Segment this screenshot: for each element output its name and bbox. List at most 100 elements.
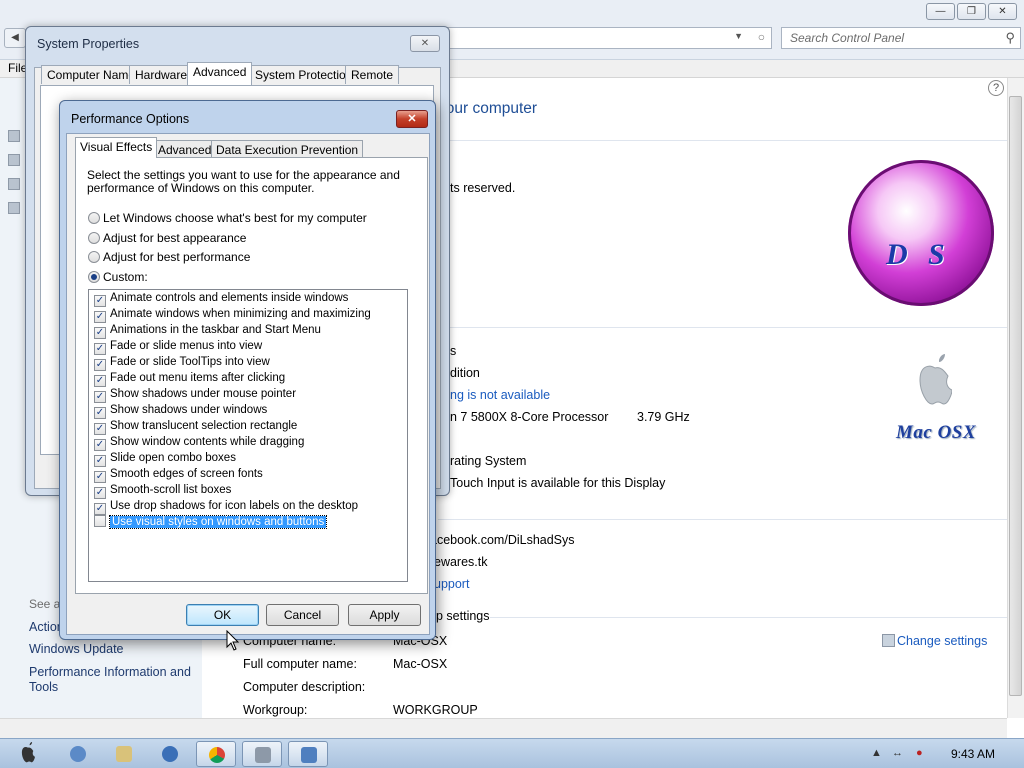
list-item[interactable]: ✓ Animate controls and elements inside wi… <box>94 291 348 307</box>
help-icon[interactable]: ? <box>988 80 1004 96</box>
search-input[interactable]: Search Control Panel ⚲ <box>781 27 1021 49</box>
checkbox[interactable]: ✓ <box>94 311 106 323</box>
apply-button[interactable]: Apply <box>348 604 421 626</box>
processor-text: n 7 5800X 8-Core Processor <box>450 410 609 424</box>
change-settings-link[interactable]: Change settings <box>897 634 987 648</box>
checkbox[interactable]: ✓ <box>94 407 106 419</box>
shield-icon <box>882 634 895 647</box>
processor-speed: 3.79 GHz <box>637 410 690 424</box>
checkbox[interactable]: ✓ <box>94 391 106 403</box>
checkbox[interactable]: ✓ <box>94 375 106 387</box>
checkbox[interactable]: ✓ <box>94 471 106 483</box>
radio-label: Custom: <box>103 270 148 284</box>
checkbox[interactable]: ✓ <box>94 455 106 467</box>
list-item[interactable]: ✓ Smooth-scroll list boxes <box>94 483 231 499</box>
refresh-icon[interactable]: ○ <box>758 30 765 44</box>
system-icon <box>255 747 271 763</box>
list-item-label: Show window contents while dragging <box>110 436 305 448</box>
taskbar-chrome[interactable] <box>196 741 236 767</box>
taskbar-media-player[interactable] <box>150 741 190 767</box>
list-item[interactable]: ✓ Show shadows under windows <box>94 403 267 419</box>
chrome-icon <box>209 747 225 763</box>
tab-computer-name[interactable]: Computer Name <box>41 65 142 84</box>
back-button[interactable]: ◀ <box>4 28 26 48</box>
tab-data-execution-prevention[interactable]: Data Execution Prevention <box>211 140 364 158</box>
close-button[interactable]: ✕ <box>396 110 428 128</box>
chevron-down-icon[interactable]: ▼ <box>734 31 743 41</box>
close-button[interactable]: ✕ <box>988 3 1017 20</box>
volume-muted-icon[interactable]: ● <box>916 747 923 759</box>
copyright-text: ts reserved. <box>450 181 516 195</box>
taskbar-explorer[interactable] <box>104 741 144 767</box>
list-item-label: Fade or slide menus into view <box>110 340 263 352</box>
tab-hardware[interactable]: Hardware <box>129 65 194 84</box>
windows-edition-text: dition <box>450 366 480 380</box>
checkbox[interactable]: ✓ <box>94 503 106 515</box>
apple-start-icon[interactable] <box>19 742 37 764</box>
list-item[interactable]: ✓ Fade or slide menus into view <box>94 339 262 355</box>
computer-name-heading: p settings <box>436 609 490 623</box>
scrollbar-thumb[interactable] <box>1009 96 1022 696</box>
tab-remote[interactable]: Remote <box>345 65 400 84</box>
windows-update-link[interactable]: Windows Update <box>29 642 124 656</box>
radio-let-windows-choose[interactable]: Let Windows choose what's best for my co… <box>88 211 367 225</box>
maximize-button[interactable]: ❐ <box>957 3 986 20</box>
system-type-text: rating System <box>450 454 527 468</box>
list-item[interactable]: ✓ Slide open combo boxes <box>94 451 236 467</box>
list-item[interactable]: ✓ Animate windows when minimizing and max… <box>94 307 371 323</box>
taskbar-ie[interactable] <box>58 741 98 767</box>
apple-logo-icon <box>919 354 952 405</box>
performance-link-line1[interactable]: Performance Information and <box>29 665 191 679</box>
media-player-icon <box>162 746 178 762</box>
visual-effects-list[interactable]: ✓ Animate controls and elements inside wi… <box>88 289 408 582</box>
clock[interactable]: 9:43 AM <box>951 747 995 761</box>
address-bar[interactable]: ▼ ○ <box>440 27 772 49</box>
list-item[interactable]: ✓ Show translucent selection rectangle <box>94 419 297 435</box>
tab-advanced[interactable]: Advanced <box>187 62 253 85</box>
tab-system-protection[interactable]: System Protection <box>249 65 359 84</box>
checkbox[interactable]: ✓ <box>94 439 106 451</box>
list-item[interactable]: ✓ Show window contents while dragging <box>94 435 304 451</box>
search-icon[interactable]: ⚲ <box>1005 30 1015 46</box>
list-item[interactable]: ✓ Smooth edges of screen fonts <box>94 467 263 483</box>
radio-custom[interactable]: Custom: <box>88 270 148 284</box>
list-item[interactable]: ✓ Fade or slide ToolTips into view <box>94 355 270 371</box>
minimize-button[interactable]: — <box>926 3 955 20</box>
close-button[interactable]: ✕ <box>410 35 440 52</box>
list-item-label: Show shadows under windows <box>110 404 268 416</box>
radio-button[interactable] <box>88 212 100 224</box>
radio-button[interactable] <box>88 232 100 244</box>
list-item-label: Smooth-scroll list boxes <box>110 484 232 496</box>
horizontal-scrollbar[interactable] <box>0 718 1007 738</box>
checkbox[interactable]: ✓ <box>94 343 106 355</box>
taskbar-system[interactable] <box>242 741 282 767</box>
radio-button[interactable] <box>88 271 100 283</box>
checkbox[interactable] <box>94 515 106 527</box>
list-item[interactable]: ✓ Animations in the taskbar and Start Men… <box>94 323 321 339</box>
tab-visual-effects[interactable]: Visual Effects <box>75 137 158 158</box>
list-item[interactable]: ✓ Show shadows under mouse pointer <box>94 387 296 403</box>
list-item[interactable]: Use visual styles on windows and buttons <box>94 515 328 531</box>
mac-osx-logo-text: Mac OSX <box>896 422 977 443</box>
checkbox[interactable]: ✓ <box>94 327 106 339</box>
checkbox[interactable]: ✓ <box>94 487 106 499</box>
ok-button[interactable]: OK <box>186 604 259 626</box>
checkbox[interactable]: ✓ <box>94 295 106 307</box>
rating-link[interactable]: ng is not available <box>450 388 550 402</box>
online-support-link[interactable]: upport <box>434 577 469 591</box>
tab-advanced[interactable]: Advanced <box>153 140 217 158</box>
system-rating-fragment: s <box>450 344 457 358</box>
list-item[interactable]: ✓ Fade out menu items after clicking <box>94 371 285 387</box>
checkbox[interactable]: ✓ <box>94 423 106 435</box>
radio-best-appearance[interactable]: Adjust for best appearance <box>88 231 246 245</box>
checkbox[interactable]: ✓ <box>94 359 106 371</box>
performance-link-line2[interactable]: Tools <box>29 680 58 694</box>
radio-best-performance[interactable]: Adjust for best performance <box>88 250 250 264</box>
divider <box>438 519 1023 520</box>
network-icon[interactable]: ↔ <box>892 747 903 759</box>
show-hidden-icons[interactable]: ▲ <box>871 747 882 759</box>
radio-button[interactable] <box>88 251 100 263</box>
list-item[interactable]: ✓ Use drop shadows for icon labels on the… <box>94 499 358 515</box>
cancel-button[interactable]: Cancel <box>266 604 339 626</box>
taskbar-control-panel[interactable] <box>288 741 328 767</box>
